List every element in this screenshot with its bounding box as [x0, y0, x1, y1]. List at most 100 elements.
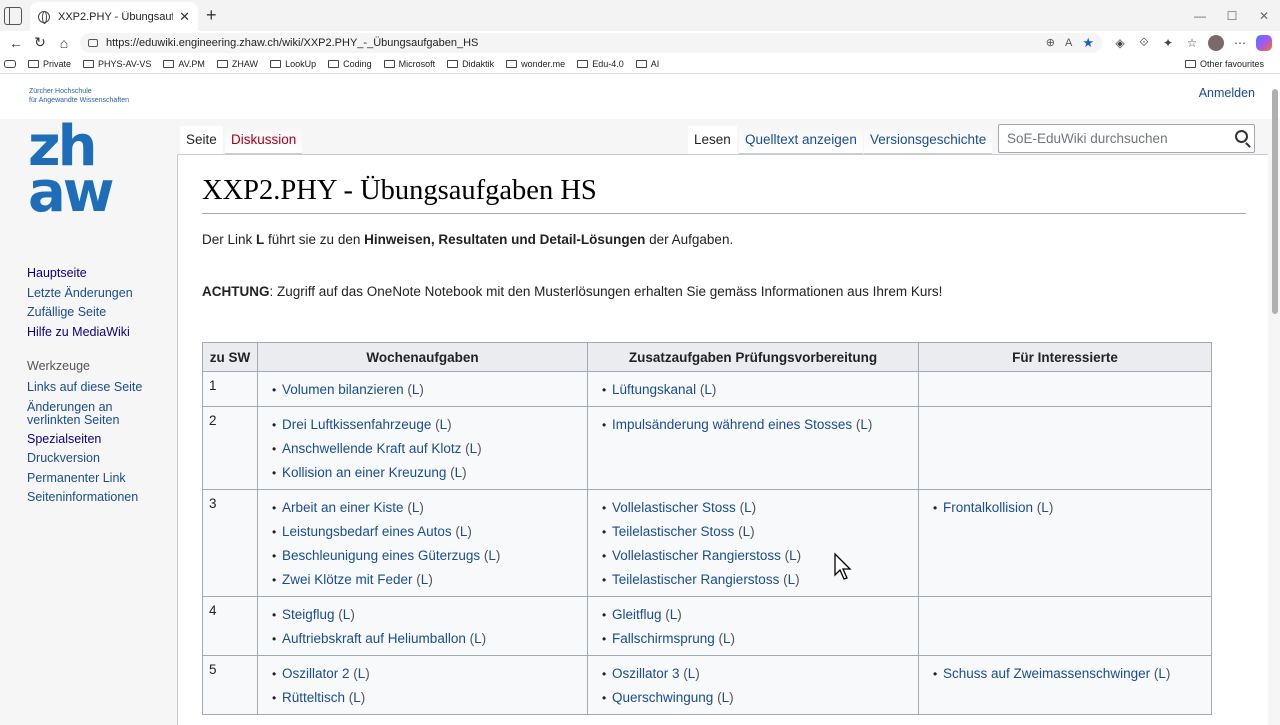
solution-link[interactable]: L	[860, 417, 868, 432]
exercise-link[interactable]: Querschwingung	[612, 690, 713, 705]
exercise-link[interactable]: Oszillator 2	[282, 666, 350, 681]
sidebar-item-zufaellige-seite[interactable]: Zufällige Seite	[27, 303, 142, 323]
exercise-link[interactable]: Lüftungskanal	[612, 382, 696, 397]
exercise-link[interactable]: Rütteltisch	[282, 690, 345, 705]
solution-link[interactable]: L	[488, 548, 496, 563]
fav-didaktik[interactable]: Didaktik	[447, 59, 494, 69]
fav-ai[interactable]: AI	[635, 59, 659, 69]
scrollbar[interactable]	[1272, 89, 1278, 314]
tab-quelltext[interactable]: Quelltext anzeigen	[739, 126, 863, 154]
solution-link[interactable]: L	[788, 572, 796, 587]
favorites-toggle-icon[interactable]	[4, 59, 16, 68]
collections-icon[interactable]: ⟐	[1132, 35, 1156, 50]
sidebar-item-aenderungen-verlinkt[interactable]: Änderungen an verlinkten Seiten	[27, 400, 142, 428]
fav-lookup[interactable]: LookUp	[270, 59, 316, 69]
tab-seite[interactable]: Seite	[180, 126, 223, 154]
zoom-icon[interactable]: ⊕	[1046, 36, 1055, 49]
login-link[interactable]: Anmelden	[1199, 86, 1255, 100]
exercise-link[interactable]: Volumen bilanzieren	[282, 382, 404, 397]
fav-wonder[interactable]: wonder.me	[506, 59, 565, 69]
solution-link[interactable]: L	[440, 417, 448, 432]
exercise-link[interactable]: Teilelastischer Rangierstoss	[612, 572, 779, 587]
copilot-icon[interactable]	[1256, 34, 1272, 51]
exercise-link[interactable]: Arbeit an einer Kiste	[282, 500, 404, 515]
solution-link[interactable]: L	[704, 382, 712, 397]
exercise-link[interactable]: Auftriebskraft auf Heliumballon	[282, 631, 466, 646]
tab-versionsgeschichte[interactable]: Versionsgeschichte	[864, 126, 993, 154]
sidebar-item-links[interactable]: Links auf diese Seite	[27, 378, 142, 398]
extensions-puzzle-icon[interactable]: ✦	[1156, 36, 1180, 50]
exercise-link[interactable]: Leistungsbedarf eines Autos	[282, 524, 452, 539]
back-icon[interactable]: ←	[4, 35, 28, 51]
fav-other[interactable]: Other favourites	[1184, 59, 1264, 69]
favorites-icon[interactable]: ☆	[1180, 36, 1204, 50]
exercise-link[interactable]: Steigflug	[282, 607, 335, 622]
solution-link[interactable]: L	[789, 548, 797, 563]
sidebar-item-hauptseite[interactable]: Hauptseite	[27, 264, 142, 284]
exercise-link[interactable]: Teilelastischer Stoss	[612, 524, 734, 539]
search-icon[interactable]	[1235, 130, 1248, 143]
folder-icon	[28, 59, 39, 68]
solution-link[interactable]: L	[1158, 666, 1166, 681]
sidebar-item-spezialseiten[interactable]: Spezialseiten	[27, 430, 142, 450]
fav-edu[interactable]: Edu-4.0	[577, 59, 624, 69]
tab-lesen[interactable]: Lesen	[688, 126, 737, 154]
folder-icon	[270, 59, 282, 68]
fav-private[interactable]: Private	[28, 59, 71, 69]
browser-tab[interactable]: XXP2.PHY - Übungsaufgaben HS ✕	[30, 2, 198, 31]
exercise-link[interactable]: Gleitflug	[612, 607, 662, 622]
fav-microsoft[interactable]: Microsoft	[383, 59, 435, 69]
more-icon[interactable]: ⋯	[1228, 36, 1252, 50]
solution-link[interactable]: L	[353, 690, 361, 705]
solution-link[interactable]: L	[474, 631, 482, 646]
exercise-link[interactable]: Schuss auf Zweimassenschwinger	[943, 666, 1150, 681]
fav-coding[interactable]: Coding	[328, 59, 372, 69]
solution-link[interactable]: L	[455, 465, 463, 480]
close-window-icon[interactable]: ✕	[1248, 9, 1280, 23]
exercise-link[interactable]: Zwei Klötze mit Feder	[282, 572, 413, 587]
org-name[interactable]: Zürcher Hochschule für Angewandte Wissen…	[29, 87, 129, 105]
fav-avpm[interactable]: AV.PM	[163, 59, 205, 69]
sidebar-item-hilfe[interactable]: Hilfe zu MediaWiki	[27, 323, 142, 343]
new-tab-button[interactable]: +	[206, 5, 217, 26]
sidebar-item-permanenter-link[interactable]: Permanenter Link	[27, 469, 142, 489]
extension-icon[interactable]: ◈	[1108, 36, 1132, 50]
solution-link[interactable]: L	[470, 441, 478, 456]
exercise-link[interactable]: Kollision an einer Kreuzung	[282, 465, 446, 480]
sidebar-item-seiteninformationen[interactable]: Seiteninformationen	[27, 488, 142, 508]
solution-link[interactable]: L	[722, 690, 730, 705]
tab-diskussion[interactable]: Diskussion	[225, 126, 303, 154]
solution-link[interactable]: L	[744, 500, 752, 515]
tools-heading: Werkzeuge	[27, 359, 90, 373]
close-tab-icon[interactable]: ✕	[179, 9, 190, 25]
fav-phys[interactable]: PHYS-AV-VS	[83, 59, 151, 69]
exercise-link[interactable]: Impulsänderung während eines Stosses	[612, 417, 852, 432]
zhaw-logo[interactable]: zh aw	[28, 119, 128, 224]
solution-link[interactable]: L	[723, 631, 731, 646]
url-field[interactable]: https://eduwiki.engineering.zhaw.ch/wiki…	[80, 32, 1102, 53]
favorite-star-icon[interactable]: ★	[1082, 35, 1094, 51]
search-input[interactable]: SoE-EduWiki durchsuchen	[998, 124, 1255, 153]
solution-link[interactable]: L	[1041, 500, 1049, 515]
maximize-icon[interactable]: ☐	[1216, 9, 1248, 23]
profile-avatar[interactable]	[1208, 34, 1224, 51]
refresh-icon[interactable]: ↻	[28, 34, 52, 51]
sidebar-item-druckversion[interactable]: Druckversion	[27, 449, 142, 469]
list-item: Volumen bilanzieren (L)	[272, 378, 581, 402]
exercise-link[interactable]: Vollelastischer Stoss	[612, 500, 736, 515]
fav-zhaw[interactable]: ZHAW	[216, 59, 258, 69]
home-icon[interactable]: ⌂	[52, 35, 76, 51]
exercise-link[interactable]: Drei Luftkissenfahrzeuge	[282, 417, 431, 432]
exercise-link[interactable]: Oszillator 3	[612, 666, 680, 681]
exercise-link[interactable]: Fallschirmsprung	[612, 631, 715, 646]
exercise-link[interactable]: Vollelastischer Rangierstoss	[612, 548, 781, 563]
list-item: Oszillator 3 (L)	[602, 662, 912, 686]
tab-actions-icon[interactable]	[4, 6, 22, 25]
read-aloud-icon[interactable]: A	[1065, 37, 1072, 49]
exercise-link[interactable]: Anschwellende Kraft auf Klotz	[282, 441, 461, 456]
exercise-link[interactable]: Frontalkollision	[943, 500, 1033, 515]
solution-link[interactable]: L	[743, 524, 751, 539]
sidebar-item-letzte-aenderungen[interactable]: Letzte Änderungen	[27, 284, 142, 304]
exercise-link[interactable]: Beschleunigung eines Güterzugs	[282, 548, 480, 563]
minimize-icon[interactable]: —	[1184, 9, 1216, 23]
